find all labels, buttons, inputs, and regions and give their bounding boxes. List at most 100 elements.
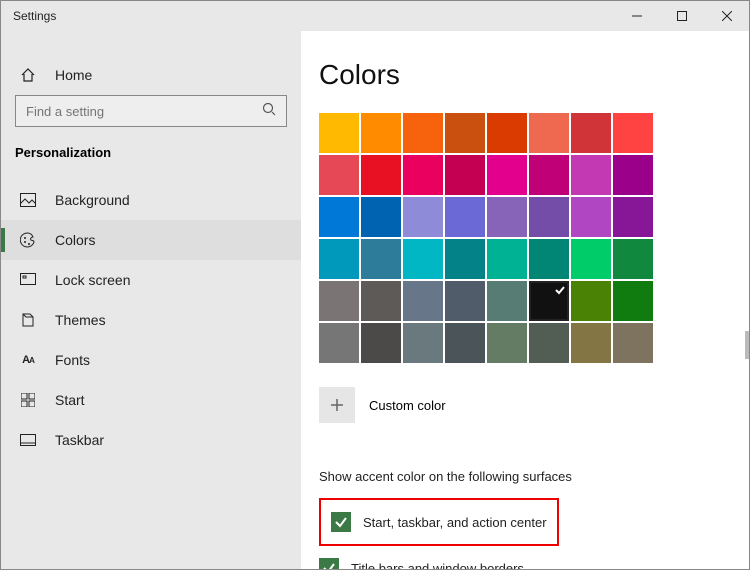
color-swatch[interactable]: [529, 281, 569, 321]
custom-color-row[interactable]: Custom color: [319, 387, 749, 423]
sidebar-item-label: Colors: [55, 232, 95, 248]
search-input-wrapper[interactable]: [15, 95, 287, 127]
settings-window: Settings Home: [0, 0, 750, 570]
color-swatch[interactable]: [487, 155, 527, 195]
color-swatch[interactable]: [571, 197, 611, 237]
plus-icon[interactable]: [319, 387, 355, 423]
fonts-icon: AA: [19, 351, 37, 369]
color-swatch[interactable]: [361, 323, 401, 363]
color-swatch[interactable]: [319, 197, 359, 237]
color-swatch[interactable]: [403, 239, 443, 279]
color-swatch[interactable]: [613, 113, 653, 153]
search-icon: [262, 102, 276, 121]
themes-icon: [19, 311, 37, 329]
color-swatch[interactable]: [613, 197, 653, 237]
color-swatch[interactable]: [403, 281, 443, 321]
page-title: Colors: [319, 59, 749, 91]
check-icon: [551, 281, 569, 299]
sidebar-section-title: Personalization: [1, 145, 301, 160]
sidebar-item-background[interactable]: Background: [1, 180, 301, 220]
color-swatch[interactable]: [571, 323, 611, 363]
color-swatch[interactable]: [403, 197, 443, 237]
sidebar-item-themes[interactable]: Themes: [1, 300, 301, 340]
color-swatch[interactable]: [403, 113, 443, 153]
color-swatch[interactable]: [487, 239, 527, 279]
color-palette: [319, 113, 749, 363]
color-swatch[interactable]: [445, 113, 485, 153]
color-swatch[interactable]: [487, 197, 527, 237]
color-swatch[interactable]: [571, 239, 611, 279]
surfaces-section-label: Show accent color on the following surfa…: [319, 469, 749, 484]
titlebar: Settings: [1, 1, 749, 31]
color-swatch[interactable]: [361, 281, 401, 321]
color-swatch[interactable]: [571, 155, 611, 195]
window-body: Home Personalization Background: [1, 31, 749, 569]
color-swatch[interactable]: [445, 197, 485, 237]
sidebar-item-label: Lock screen: [55, 272, 130, 288]
color-swatch[interactable]: [529, 239, 569, 279]
scrollbar-thumb[interactable]: [745, 331, 749, 359]
sidebar-item-label: Taskbar: [55, 432, 104, 448]
palette-icon: [19, 231, 37, 249]
color-swatch[interactable]: [571, 281, 611, 321]
checkbox-checked-icon[interactable]: [319, 558, 339, 569]
sidebar: Home Personalization Background: [1, 31, 301, 569]
sidebar-nav: Background Colors Lock screen: [1, 176, 301, 460]
search-input[interactable]: [26, 104, 239, 119]
color-swatch[interactable]: [571, 113, 611, 153]
color-swatch[interactable]: [319, 281, 359, 321]
sidebar-item-fonts[interactable]: AA Fonts: [1, 340, 301, 380]
checkbox-label: Title bars and window borders: [351, 561, 524, 570]
color-swatch[interactable]: [529, 323, 569, 363]
checkbox-titlebars[interactable]: Title bars and window borders: [319, 554, 749, 569]
sidebar-item-lockscreen[interactable]: Lock screen: [1, 260, 301, 300]
highlight-box: Start, taskbar, and action center: [319, 498, 559, 546]
color-swatch[interactable]: [487, 113, 527, 153]
color-swatch[interactable]: [487, 281, 527, 321]
sidebar-item-label: Themes: [55, 312, 106, 328]
window-title: Settings: [1, 9, 614, 23]
color-swatch[interactable]: [319, 155, 359, 195]
color-swatch[interactable]: [529, 155, 569, 195]
sidebar-item-label: Background: [55, 192, 130, 208]
start-icon: [19, 391, 37, 409]
color-swatch[interactable]: [361, 197, 401, 237]
lockscreen-icon: [19, 271, 37, 289]
color-swatch[interactable]: [319, 323, 359, 363]
sidebar-home[interactable]: Home: [1, 55, 301, 95]
sidebar-item-start[interactable]: Start: [1, 380, 301, 420]
checkbox-checked-icon[interactable]: [331, 512, 351, 532]
color-swatch[interactable]: [445, 323, 485, 363]
color-swatch[interactable]: [403, 155, 443, 195]
sidebar-item-label: Start: [55, 392, 85, 408]
color-swatch[interactable]: [613, 155, 653, 195]
checkbox-label: Start, taskbar, and action center: [363, 515, 547, 530]
sidebar-item-label: Fonts: [55, 352, 90, 368]
color-swatch[interactable]: [529, 113, 569, 153]
color-swatch[interactable]: [487, 323, 527, 363]
taskbar-icon: [19, 431, 37, 449]
checkbox-start-taskbar[interactable]: Start, taskbar, and action center: [331, 508, 547, 536]
sidebar-item-colors[interactable]: Colors: [1, 220, 301, 260]
search-container: [1, 95, 301, 145]
color-swatch[interactable]: [361, 113, 401, 153]
color-swatch[interactable]: [361, 239, 401, 279]
home-icon: [19, 66, 37, 84]
color-swatch[interactable]: [403, 323, 443, 363]
color-swatch[interactable]: [613, 281, 653, 321]
color-swatch[interactable]: [613, 323, 653, 363]
color-swatch[interactable]: [319, 239, 359, 279]
color-swatch[interactable]: [529, 197, 569, 237]
picture-icon: [19, 191, 37, 209]
color-swatch[interactable]: [613, 239, 653, 279]
color-swatch[interactable]: [445, 281, 485, 321]
content-area: Colors Custom color Show accent color on…: [301, 31, 749, 569]
color-swatch[interactable]: [319, 113, 359, 153]
sidebar-item-taskbar[interactable]: Taskbar: [1, 420, 301, 460]
minimize-button[interactable]: [614, 1, 659, 31]
color-swatch[interactable]: [361, 155, 401, 195]
close-button[interactable]: [704, 1, 749, 31]
color-swatch[interactable]: [445, 239, 485, 279]
color-swatch[interactable]: [445, 155, 485, 195]
maximize-button[interactable]: [659, 1, 704, 31]
